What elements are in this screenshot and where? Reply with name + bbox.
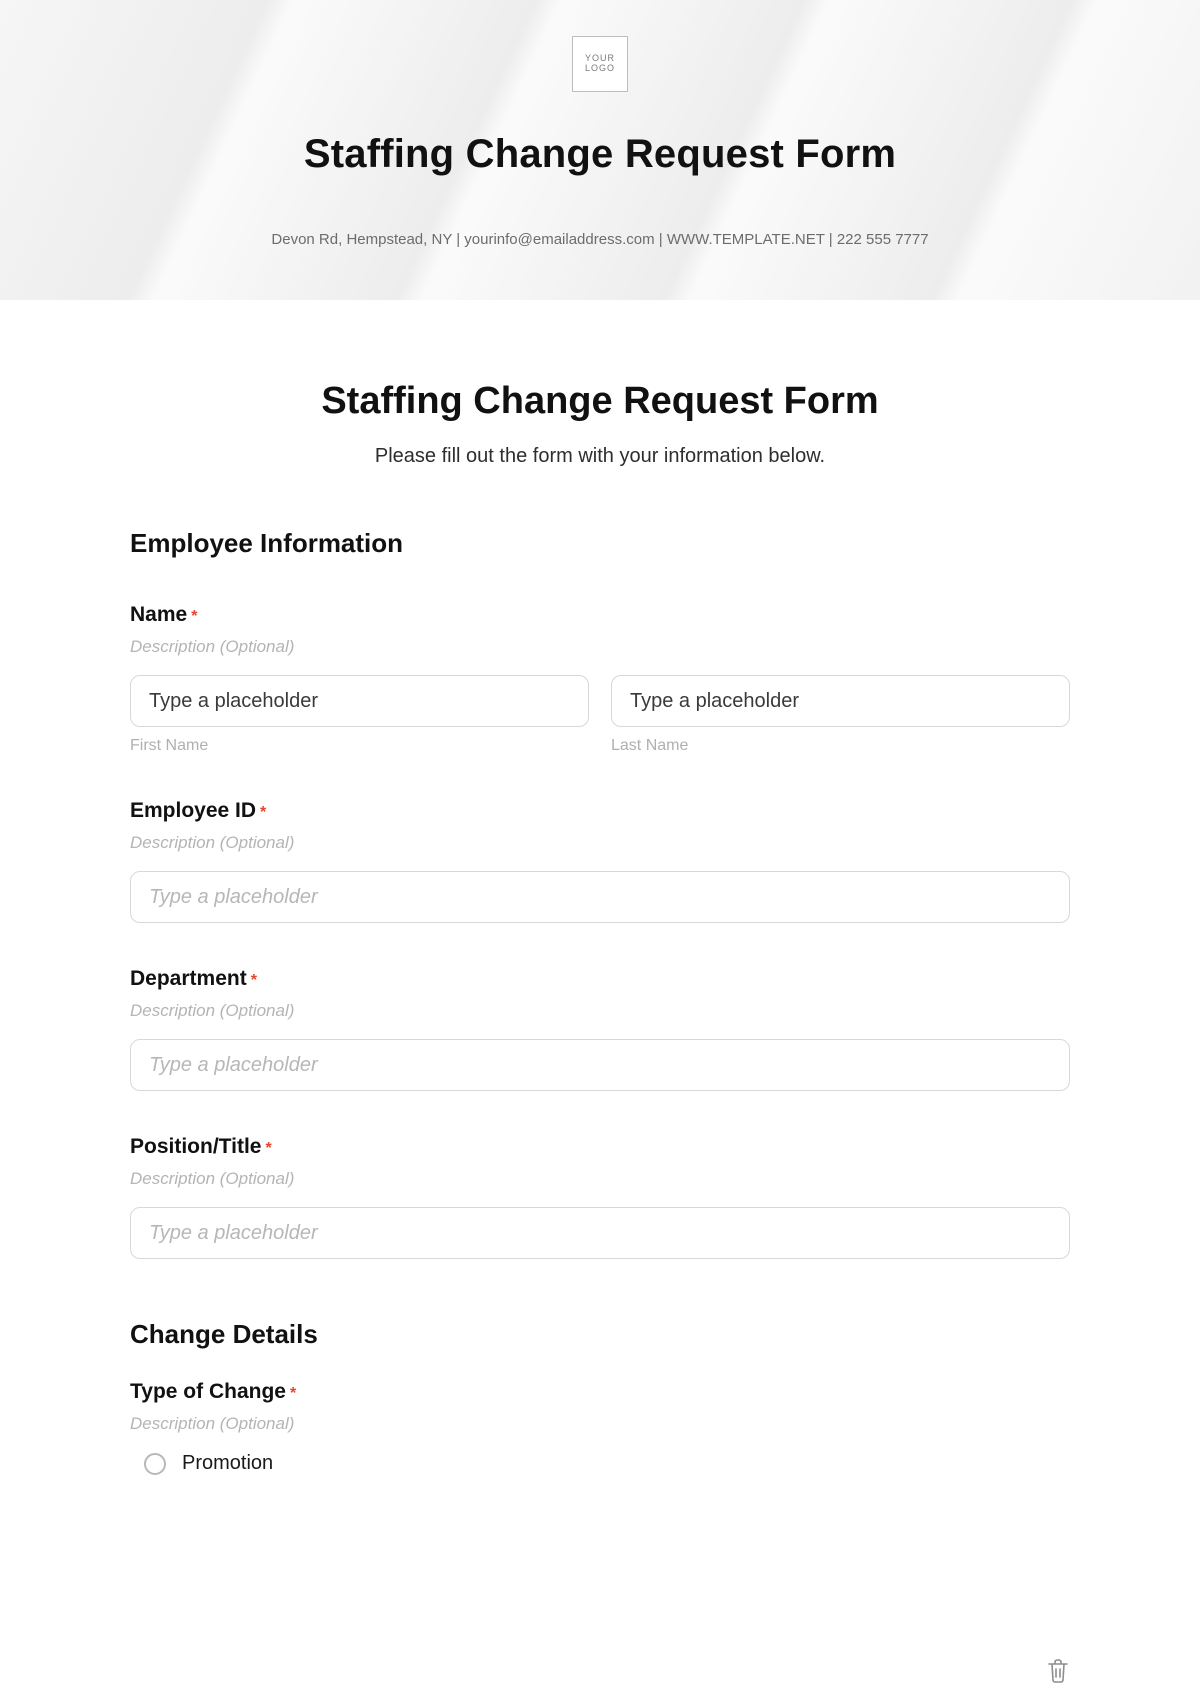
header-title: Staffing Change Request Form bbox=[304, 132, 896, 177]
field-employee-id: Employee ID* Description (Optional) bbox=[130, 799, 1070, 923]
required-mark: * bbox=[251, 972, 257, 989]
required-mark: * bbox=[260, 804, 266, 821]
radio-label: Promotion bbox=[182, 1452, 273, 1475]
field-description: Description (Optional) bbox=[130, 1001, 1070, 1021]
field-description: Description (Optional) bbox=[130, 833, 1070, 853]
last-name-sublabel: Last Name bbox=[611, 737, 1070, 755]
field-label-position-title: Position/Title bbox=[130, 1135, 261, 1158]
first-name-input[interactable] bbox=[130, 675, 589, 727]
position-title-input[interactable] bbox=[130, 1207, 1070, 1259]
field-label-employee-id: Employee ID bbox=[130, 799, 256, 822]
section-title-employee-information: Employee Information bbox=[130, 528, 1070, 559]
field-description: Description (Optional) bbox=[130, 1169, 1070, 1189]
required-mark: * bbox=[191, 608, 197, 625]
form-title: Staffing Change Request Form bbox=[130, 380, 1070, 423]
department-input[interactable] bbox=[130, 1039, 1070, 1091]
field-name: Name* Description (Optional) First Name … bbox=[130, 603, 1070, 755]
header-band: YOUR LOGO Staffing Change Request Form D… bbox=[0, 0, 1200, 300]
employee-id-input[interactable] bbox=[130, 871, 1070, 923]
required-mark: * bbox=[290, 1385, 296, 1402]
field-label-type-of-change: Type of Change bbox=[130, 1380, 286, 1403]
first-name-sublabel: First Name bbox=[130, 737, 589, 755]
form-subtitle: Please fill out the form with your infor… bbox=[130, 445, 1070, 468]
field-label-department: Department bbox=[130, 967, 247, 990]
trash-icon[interactable] bbox=[1046, 1658, 1070, 1684]
field-description: Description (Optional) bbox=[130, 637, 1070, 657]
field-description: Description (Optional) bbox=[130, 1414, 1070, 1434]
field-position-title: Position/Title* Description (Optional) bbox=[130, 1135, 1070, 1259]
field-type-of-change: Type of Change* Description (Optional) P… bbox=[130, 1380, 1070, 1475]
section-title-change-details: Change Details bbox=[130, 1319, 1070, 1350]
field-label-name: Name bbox=[130, 603, 187, 626]
logo-placeholder: YOUR LOGO bbox=[572, 36, 628, 92]
field-department: Department* Description (Optional) bbox=[130, 967, 1070, 1091]
radio-option-promotion[interactable]: Promotion bbox=[130, 1452, 1070, 1475]
required-mark: * bbox=[265, 1140, 271, 1157]
radio-icon bbox=[144, 1453, 166, 1475]
last-name-input[interactable] bbox=[611, 675, 1070, 727]
header-contact-line: Devon Rd, Hempstead, NY | yourinfo@email… bbox=[271, 231, 928, 248]
